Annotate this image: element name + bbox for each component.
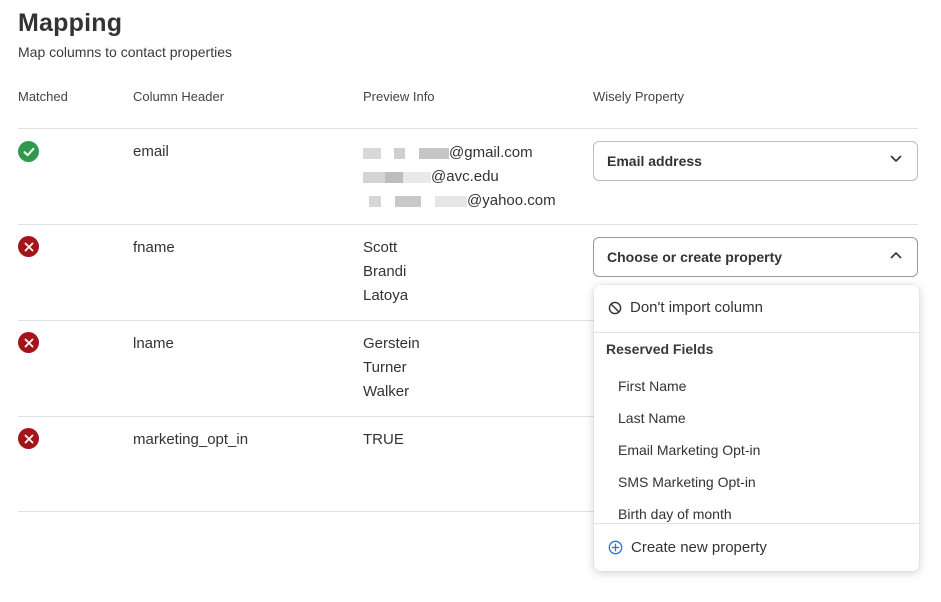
- property-dropdown-menu: Don't import column Reserved Fields Firs…: [594, 285, 919, 571]
- column-header-column-header: Column Header: [133, 89, 225, 104]
- menu-item-first-name[interactable]: First Name: [618, 378, 686, 394]
- column-name: marketing_opt_in: [133, 431, 249, 448]
- preview-line: @gmail.com: [363, 141, 556, 165]
- property-select[interactable]: Email address: [593, 141, 918, 181]
- redacted-text: [363, 195, 467, 207]
- chevron-down-icon: [890, 155, 902, 162]
- unmatched-x-icon: [18, 428, 39, 449]
- create-new-property-label: Create new property: [631, 539, 767, 556]
- chevron-up-icon: [890, 252, 902, 259]
- preview-line: @avc.edu: [363, 165, 556, 189]
- preview-line: Turner: [363, 359, 407, 376]
- redacted-text: [363, 147, 449, 159]
- menu-item-birth-day-of-month[interactable]: Birth day of month: [618, 506, 732, 522]
- property-select[interactable]: Choose or create property: [593, 237, 918, 277]
- preview-line: TRUE: [363, 431, 404, 448]
- table-divider: [18, 224, 918, 225]
- table-divider: [18, 511, 594, 512]
- menu-divider: [594, 523, 919, 524]
- table-divider: [18, 320, 594, 321]
- preview-values: @gmail.com @avc.edu @yahoo.com: [363, 141, 556, 213]
- preview-values: TRUE: [363, 428, 404, 452]
- column-header-matched: Matched: [18, 89, 68, 104]
- menu-item-email-marketing-opt-in[interactable]: Email Marketing Opt-in: [618, 442, 760, 458]
- column-header-wisely-property: Wisely Property: [593, 89, 685, 104]
- menu-divider: [594, 332, 919, 333]
- table-divider: [18, 416, 594, 417]
- dont-import-option[interactable]: Don't import column: [608, 299, 763, 316]
- preview-line: Gerstein: [363, 335, 420, 352]
- matched-check-icon: [18, 141, 39, 162]
- page-subtitle: Map columns to contact properties: [18, 44, 232, 60]
- redacted-text: [363, 171, 431, 183]
- unmatched-x-icon: [18, 236, 39, 257]
- preview-line: Scott: [363, 239, 398, 256]
- column-name: lname: [133, 335, 174, 352]
- preview-line: Walker: [363, 383, 410, 400]
- property-select-value: Choose or create property: [607, 249, 783, 265]
- preview-line: Latoya: [363, 287, 409, 304]
- menu-item-sms-marketing-opt-in[interactable]: SMS Marketing Opt-in: [618, 474, 756, 490]
- page-title: Mapping: [18, 9, 123, 37]
- column-name: email: [133, 143, 169, 160]
- dont-import-label: Don't import column: [630, 299, 763, 316]
- add-circle-icon: [608, 540, 623, 555]
- block-icon: [608, 301, 622, 314]
- table-divider: [18, 128, 918, 129]
- preview-values: Scott Brandi Latoya: [363, 236, 408, 308]
- preview-values: Gerstein Turner Walker: [363, 332, 420, 404]
- property-select-value: Email address: [607, 153, 702, 169]
- column-name: fname: [133, 239, 175, 256]
- preview-line: Brandi: [363, 263, 407, 280]
- unmatched-x-icon: [18, 332, 39, 353]
- preview-line: @yahoo.com: [363, 189, 556, 213]
- create-new-property-option[interactable]: Create new property: [608, 539, 767, 556]
- menu-item-last-name[interactable]: Last Name: [618, 410, 686, 426]
- column-header-preview-info: Preview Info: [363, 89, 435, 104]
- reserved-fields-heading: Reserved Fields: [606, 341, 714, 357]
